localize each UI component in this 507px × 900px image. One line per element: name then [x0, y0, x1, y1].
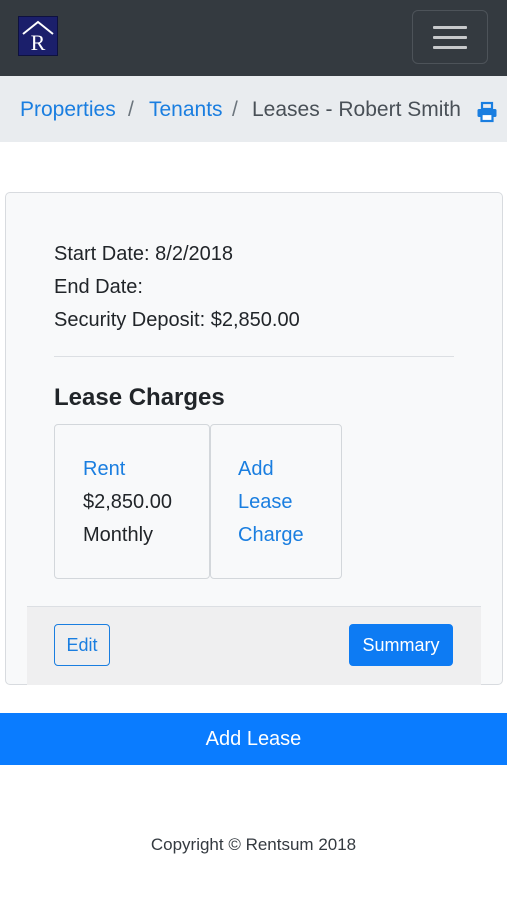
- breadcrumb: Properties / Tenants / Leases - Robert S…: [0, 76, 507, 142]
- menu-toggle-button[interactable]: [412, 10, 488, 64]
- rent-charge-amount: $2,850.00: [83, 491, 172, 513]
- breadcrumb-separator: /: [232, 98, 238, 121]
- card-divider: [54, 356, 454, 357]
- edit-button[interactable]: Edit: [54, 624, 110, 666]
- hamburger-menu-icon: [433, 26, 467, 29]
- end-date-text: End Date:: [54, 276, 143, 298]
- add-lease-charge-link[interactable]: Lease: [238, 486, 293, 519]
- summary-button[interactable]: Summary: [349, 624, 453, 666]
- breadcrumb-current-page: Leases - Robert Smith: [252, 98, 461, 121]
- rent-charge-link[interactable]: Rent: [83, 453, 125, 486]
- start-date-text: Start Date: 8/2/2018: [54, 243, 234, 265]
- breadcrumb-properties-link[interactable]: Properties: [20, 98, 116, 122]
- printer-icon[interactable]: [476, 101, 498, 123]
- add-lease-charge-link[interactable]: Add: [238, 453, 274, 486]
- add-lease-charge-link[interactable]: Charge: [238, 519, 304, 552]
- add-lease-button[interactable]: Add Lease: [0, 713, 507, 765]
- hamburger-menu-icon: [433, 36, 467, 39]
- lease-charges-heading: Lease Charges: [54, 384, 225, 411]
- top-navbar: R: [0, 0, 507, 76]
- hamburger-menu-icon: [433, 46, 467, 49]
- rent-charge-frequency: Monthly: [83, 524, 154, 546]
- copyright-text: Copyright © Rentsum 2018: [150, 835, 357, 854]
- breadcrumb-separator: /: [128, 98, 134, 121]
- security-deposit-text: Security Deposit: $2,850.00: [54, 309, 300, 331]
- house-logo-icon[interactable]: R: [18, 16, 58, 56]
- breadcrumb-tenants-link[interactable]: Tenants: [149, 98, 223, 122]
- logo-letter: R: [31, 30, 46, 55]
